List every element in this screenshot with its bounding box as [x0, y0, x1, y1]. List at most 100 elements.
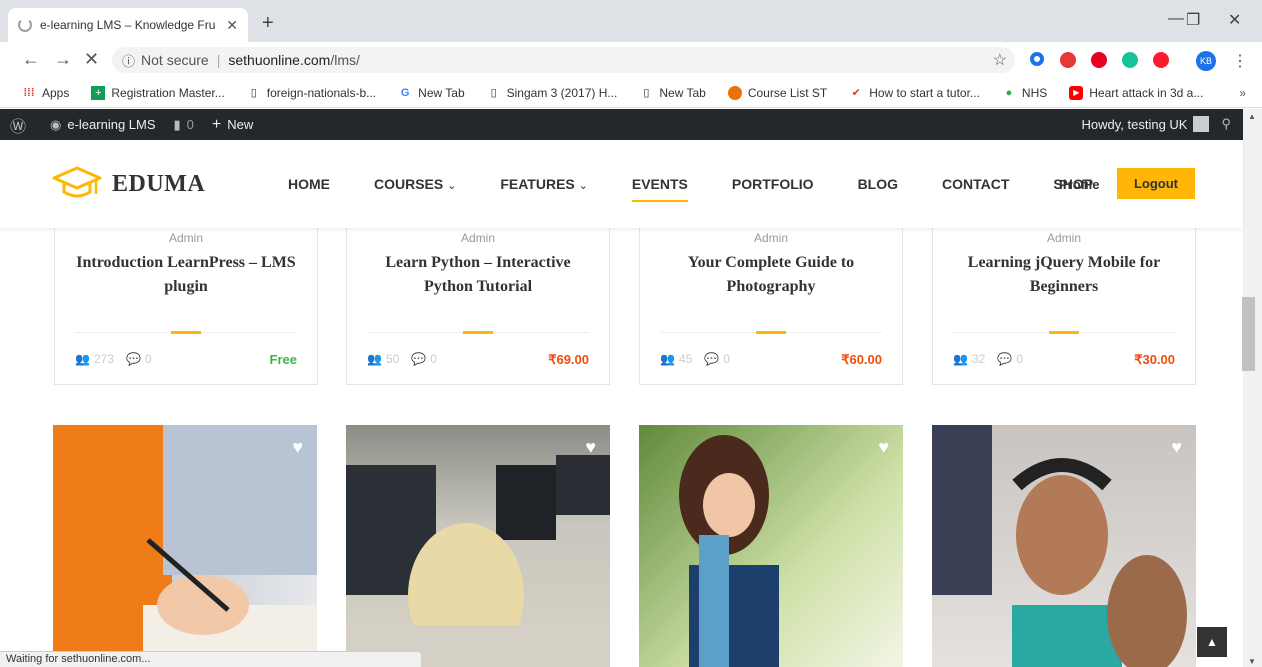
- heart-icon[interactable]: ♥: [585, 437, 596, 458]
- course-author[interactable]: Admin: [55, 231, 317, 245]
- course-thumbnail[interactable]: ♥: [932, 425, 1196, 667]
- course-author[interactable]: Admin: [640, 231, 902, 245]
- more-bookmarks-icon[interactable]: »: [1239, 86, 1246, 100]
- close-tab-icon[interactable]: ✕: [226, 17, 238, 34]
- window-close-icon[interactable]: ✕: [1228, 10, 1241, 30]
- scroll-down-icon[interactable]: ▼: [1248, 657, 1256, 666]
- course-thumbnail[interactable]: ♥: [53, 425, 317, 667]
- bookmark-item[interactable]: ▯ Singam 3 (2017) H...: [487, 86, 618, 100]
- new-tab-icon[interactable]: +: [262, 12, 274, 35]
- wp-admin-bar: Ⓦ ◉ e-learning LMS ▮ 0 + New Howdy, testing…: [0, 109, 1243, 140]
- info-icon[interactable]: ⓘ: [122, 51, 135, 70]
- student-reading-image: [679, 435, 779, 667]
- bookmark-item[interactable]: G New Tab: [398, 86, 465, 100]
- bookmark-item[interactable]: ⁞⁞⁞ Apps: [22, 86, 70, 100]
- bookmark-item[interactable]: ✔ How to start a tutor...: [849, 86, 980, 100]
- browser-menu-icon[interactable]: ⋮: [1232, 51, 1248, 71]
- url-host: sethuonline.com: [228, 52, 331, 68]
- browser-tab[interactable]: e-learning LMS – Knowledge Fru ✕: [8, 8, 248, 42]
- course-author[interactable]: Admin: [933, 231, 1195, 245]
- page-scrollbar[interactable]: [1243, 109, 1262, 667]
- site-logo[interactable]: EDUMA: [52, 164, 205, 204]
- avatar[interactable]: [1193, 116, 1210, 132]
- scroll-up-icon[interactable]: ▲: [1248, 112, 1256, 121]
- bookmark-item[interactable]: ● NHS: [1002, 86, 1048, 100]
- admin-search-icon[interactable]: ⚲: [1221, 116, 1231, 132]
- sheets-icon: +: [91, 85, 106, 100]
- students-icon: 👥: [367, 352, 382, 366]
- heart-icon[interactable]: ♥: [292, 437, 303, 458]
- browser-tab-strip: e-learning LMS – Knowledge Fru ✕ + — ❐ ✕: [0, 0, 1262, 42]
- course-title[interactable]: Learn Python – Interactive Python Tutori…: [367, 251, 589, 299]
- grammarly-icon[interactable]: [1122, 52, 1138, 68]
- nav-home[interactable]: HOME: [288, 176, 330, 192]
- bookmark-item[interactable]: + Registration Master...: [91, 85, 225, 100]
- minimize-icon[interactable]: —: [1168, 10, 1184, 28]
- course-card[interactable]: Admin Learning jQuery Mobile for Beginne…: [932, 228, 1196, 385]
- presenter-image: [932, 425, 1187, 667]
- howdy-greeting[interactable]: Howdy, testing UK: [1082, 117, 1188, 132]
- google-icon: G: [400, 86, 410, 99]
- extension-icon[interactable]: [1060, 52, 1076, 68]
- profile-avatar[interactable]: KB: [1196, 51, 1216, 71]
- nav-blog[interactable]: BLOG: [858, 176, 898, 192]
- nhs-icon: ●: [1005, 86, 1013, 99]
- course-title[interactable]: Learning jQuery Mobile for Beginners: [953, 251, 1175, 299]
- admin-site-link[interactable]: ◉ e-learning LMS: [50, 117, 156, 133]
- course-card[interactable]: Admin Introduction LearnPress – LMS plug…: [54, 228, 318, 385]
- back-arrow-icon[interactable]: ←: [22, 49, 40, 70]
- scrollbar-thumb[interactable]: [1242, 297, 1255, 371]
- bookmark-item[interactable]: ▶ Heart attack in 3d a...: [1069, 85, 1203, 100]
- course-thumbnail[interactable]: ♥: [346, 425, 610, 667]
- course-thumbnail[interactable]: ♥: [639, 425, 903, 667]
- loading-spinner-icon: [18, 18, 32, 32]
- comment-icon: 💬: [125, 352, 141, 366]
- nav-features[interactable]: FEATURES ⌄: [500, 176, 588, 192]
- restore-icon[interactable]: ❐: [1186, 10, 1200, 30]
- omnibox-separator: |: [216, 52, 221, 68]
- course-title[interactable]: Your Complete Guide to Photography: [660, 251, 882, 299]
- tab-title: e-learning LMS – Knowledge Fru: [40, 18, 216, 32]
- wordpress-logo-icon[interactable]: Ⓦ: [10, 113, 32, 137]
- tutor-icon: ✔: [851, 87, 861, 99]
- plus-icon: +: [211, 115, 222, 133]
- course-card[interactable]: Admin Your Complete Guide to Photography…: [639, 228, 903, 385]
- students-icon: 👥: [75, 352, 90, 366]
- nav-courses[interactable]: COURSES ⌄: [374, 176, 456, 192]
- address-bar[interactable]: ⓘ Not secure | sethuonline.com /lms/ ☆: [112, 47, 1015, 73]
- logout-button[interactable]: Logout: [1117, 168, 1195, 199]
- admin-comments-link[interactable]: ▮ 0: [174, 117, 194, 133]
- page-icon: ▯: [250, 87, 257, 99]
- course-price: ₹60.00: [841, 352, 882, 367]
- nav-contact[interactable]: CONTACT: [942, 176, 1009, 192]
- students-icon: 👥: [953, 352, 968, 366]
- course-author[interactable]: Admin: [347, 231, 609, 245]
- logo-text: EDUMA: [112, 170, 206, 197]
- stop-loading-icon[interactable]: ✕: [84, 49, 99, 70]
- course-meta: 👥 273 💬 0: [75, 352, 152, 366]
- url-path: /lms/: [330, 52, 360, 68]
- bookmarks-bar: ⁞⁞⁞ Apps + Registration Master... ▯ foreign…: [0, 78, 1262, 108]
- bookmark-item[interactable]: ▯ foreign-nationals-b...: [247, 86, 376, 100]
- browser-toolbar: ← → ✕ ⓘ Not secure | sethuonline.com /lm…: [0, 42, 1262, 78]
- extension-icon[interactable]: [1030, 52, 1044, 66]
- bookmark-star-icon[interactable]: ☆: [993, 50, 1007, 70]
- apps-grid-icon: ⁞⁞⁞: [23, 86, 35, 99]
- bookmark-item[interactable]: Course List ST: [727, 85, 827, 100]
- nav-portfolio[interactable]: PORTFOLIO: [732, 176, 814, 192]
- nav-events[interactable]: EVENTS: [631, 176, 688, 202]
- course-card[interactable]: Admin Learn Python – Interactive Python …: [346, 228, 610, 385]
- forward-arrow-icon[interactable]: →: [54, 49, 72, 70]
- opera-extension-icon[interactable]: [1153, 52, 1169, 68]
- bookmark-item[interactable]: ▯ New Tab: [639, 86, 706, 100]
- pinterest-icon[interactable]: [1091, 52, 1107, 68]
- graduation-cap-icon: [52, 166, 102, 198]
- comment-icon: 💬: [704, 352, 720, 366]
- heart-icon[interactable]: ♥: [878, 437, 889, 458]
- admin-new-link[interactable]: + New: [212, 116, 253, 134]
- heart-icon[interactable]: ♥: [1171, 437, 1182, 458]
- back-to-top-button[interactable]: ▲: [1197, 627, 1227, 657]
- profile-link[interactable]: Profile: [1059, 177, 1099, 192]
- course-title[interactable]: Introduction LearnPress – LMS plugin: [75, 251, 297, 299]
- main-nav: HOME COURSES ⌄ FEATURES ⌄ EVENTS PORTFOL…: [288, 176, 1137, 202]
